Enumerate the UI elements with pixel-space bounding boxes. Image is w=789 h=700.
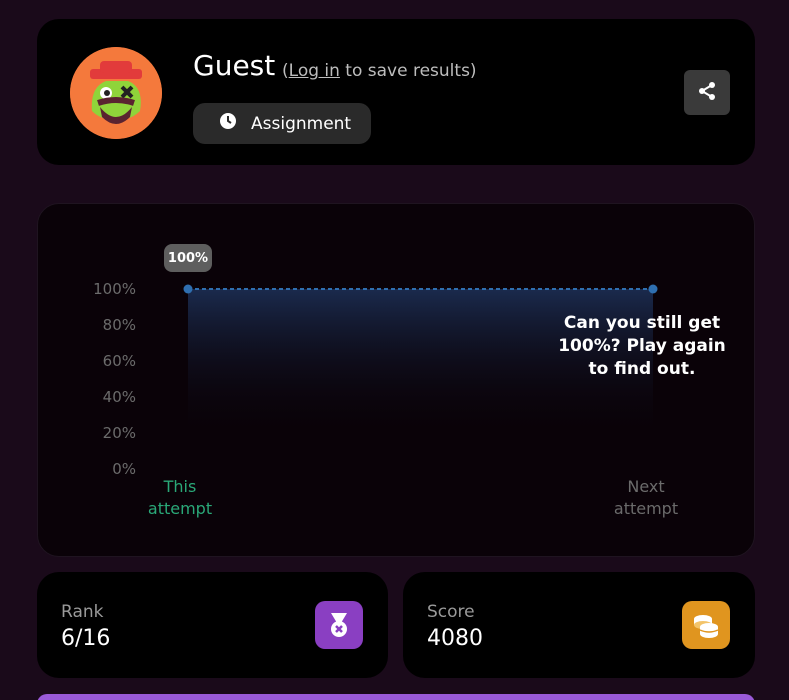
assignment-chip: Assignment xyxy=(193,103,371,144)
score-card: Score 4080 xyxy=(403,572,755,678)
play-again-prompt: Can you still get 100%? Play again to fi… xyxy=(558,313,726,379)
player-header-card: Guest (Log in to save results) Assignmen… xyxy=(37,19,755,165)
rank-card: Rank 6/16 xyxy=(37,572,388,678)
y-tick-label: 80% xyxy=(102,316,136,334)
rank-value: 6/16 xyxy=(61,626,111,651)
point-value-label: 100% xyxy=(164,244,212,272)
y-tick-label: 0% xyxy=(112,460,136,478)
share-button[interactable] xyxy=(684,70,730,115)
share-icon xyxy=(697,81,717,105)
login-note: (Log in to save results) xyxy=(282,61,477,81)
y-tick-label: 60% xyxy=(102,352,136,370)
coins-icon xyxy=(682,601,730,649)
username: Guest xyxy=(193,49,276,82)
x-tick-next-attempt: Next attempt xyxy=(613,477,679,518)
y-tick-label: 100% xyxy=(93,280,136,298)
score-label: Score xyxy=(427,602,475,622)
bottom-banner xyxy=(37,694,755,700)
avatar xyxy=(70,47,162,139)
x-tick-this-attempt: This attempt xyxy=(147,477,213,518)
y-tick-label: 40% xyxy=(102,388,136,406)
assignment-label: Assignment xyxy=(251,113,352,134)
clock-icon xyxy=(219,112,237,135)
data-point-this-attempt xyxy=(183,284,193,294)
medal-icon xyxy=(315,601,363,649)
accuracy-chart-card: 100% 80% 60% 40% 20% 0% 100% This attempt Nex… xyxy=(37,203,755,557)
login-open: ( xyxy=(282,61,289,81)
y-tick-label: 20% xyxy=(102,424,136,442)
login-note-rest: to save results) xyxy=(339,61,477,81)
rank-label: Rank xyxy=(61,602,104,622)
score-value: 4080 xyxy=(427,626,483,651)
data-point-next-attempt xyxy=(648,284,658,294)
login-link[interactable]: Log in xyxy=(289,61,340,81)
